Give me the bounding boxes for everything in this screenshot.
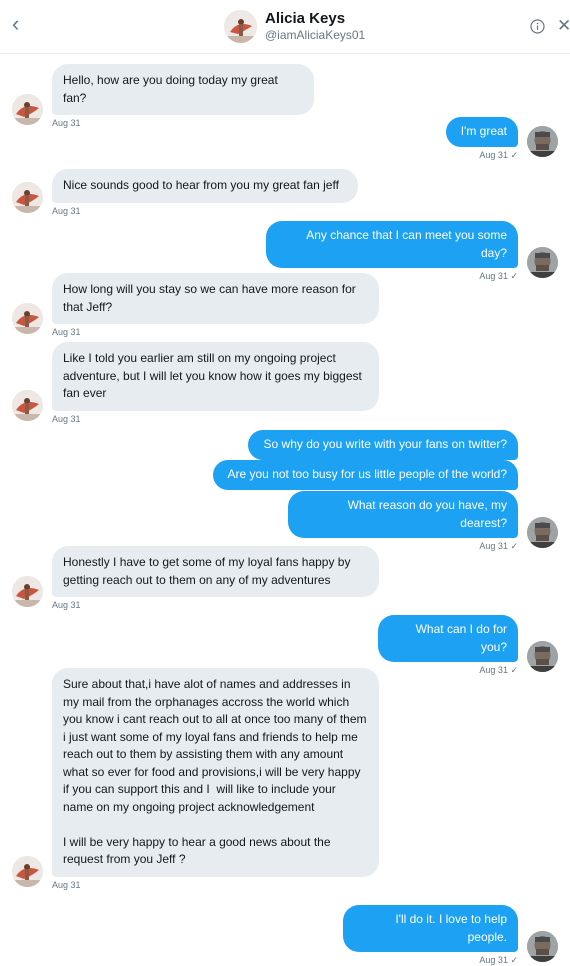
user-avatar[interactable] bbox=[527, 517, 558, 548]
incoming-message-bubble[interactable]: Sure about that,i have alot of names and… bbox=[52, 668, 379, 877]
contact-name: Alicia Keys bbox=[265, 10, 346, 27]
contact-handle: @iamAliciaKeys01 bbox=[265, 28, 366, 42]
message-timestamp: Aug 31 ✓ bbox=[479, 271, 518, 281]
message-timestamp: Aug 31 ✓ bbox=[479, 150, 518, 160]
outgoing-message-bubble[interactable]: What reason do you have, my dearest? bbox=[288, 491, 518, 538]
incoming-message-bubble[interactable]: Hello, how are you doing today my great … bbox=[52, 64, 314, 115]
incoming-message-bubble[interactable]: Like I told you earlier am still on my o… bbox=[52, 342, 379, 411]
contact-avatar[interactable] bbox=[12, 390, 43, 421]
incoming-message-bubble[interactable]: Nice sounds good to hear from you my gre… bbox=[52, 169, 358, 203]
message-timestamp: Aug 31 ✓ bbox=[479, 665, 518, 675]
message-timestamp: Aug 31 bbox=[52, 414, 81, 424]
user-avatar[interactable] bbox=[527, 126, 558, 157]
message-timestamp: Aug 31 bbox=[52, 206, 81, 216]
message-timestamp: Aug 31 ✓ bbox=[479, 955, 518, 965]
outgoing-message-bubble[interactable]: Any chance that I can meet you some day? bbox=[266, 221, 518, 268]
avatar-photo bbox=[224, 10, 257, 43]
contact-avatar[interactable] bbox=[12, 856, 43, 887]
message-timestamp: Aug 31 ✓ bbox=[479, 541, 518, 551]
chevron-left-icon[interactable]: ‹ bbox=[12, 12, 32, 36]
message-timestamp: Aug 31 bbox=[52, 880, 81, 890]
contact-avatar[interactable] bbox=[12, 94, 43, 125]
outgoing-message-bubble[interactable]: What can I do for you? bbox=[378, 615, 518, 662]
outgoing-message-bubble[interactable]: I'm great bbox=[446, 117, 518, 147]
user-avatar[interactable] bbox=[527, 641, 558, 672]
contact-avatar[interactable] bbox=[12, 182, 43, 213]
avatar[interactable] bbox=[224, 10, 257, 43]
user-avatar[interactable] bbox=[527, 931, 558, 962]
info-icon[interactable] bbox=[530, 19, 545, 34]
contact-avatar[interactable] bbox=[12, 303, 43, 334]
outgoing-message-bubble[interactable]: Are you not too busy for us little peopl… bbox=[213, 460, 518, 490]
outgoing-message-bubble[interactable]: So why do you write with your fans on tw… bbox=[248, 430, 518, 460]
message-timestamp: Aug 31 bbox=[52, 600, 81, 610]
incoming-message-bubble[interactable]: Honestly I have to get some of my loyal … bbox=[52, 546, 379, 597]
incoming-message-bubble[interactable]: How long will you stay so we can have mo… bbox=[52, 273, 379, 324]
message-timestamp: Aug 31 bbox=[52, 327, 81, 337]
message-timestamp: Aug 31 bbox=[52, 118, 81, 128]
outgoing-message-bubble[interactable]: I'll do it. I love to help people. bbox=[343, 905, 518, 952]
user-avatar[interactable] bbox=[527, 247, 558, 278]
close-icon[interactable]: ✕ bbox=[557, 17, 570, 35]
conversation-header: ‹ Alicia Keys @iamAliciaKeys01 ✕ bbox=[0, 0, 570, 54]
contact-avatar[interactable] bbox=[12, 576, 43, 607]
